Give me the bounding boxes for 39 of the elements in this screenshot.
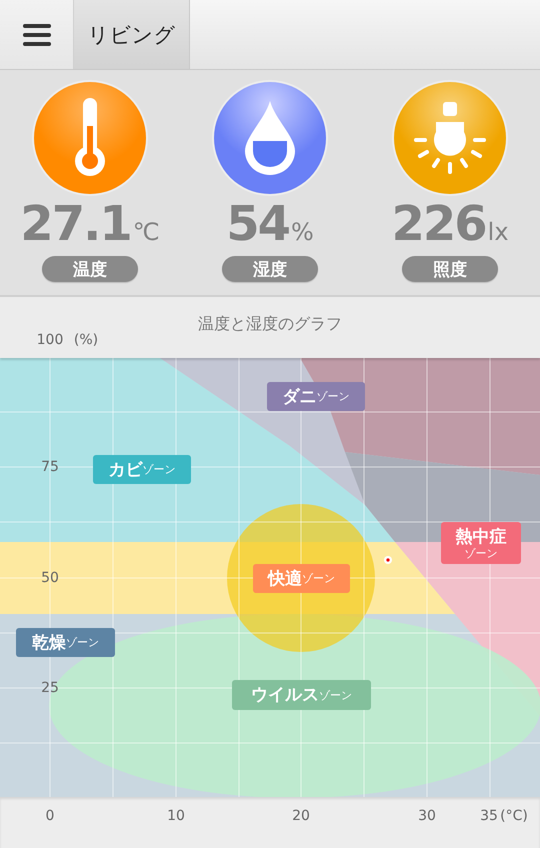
sensor-value: 27.1 [20, 198, 131, 250]
zone-suffix: ゾーン [66, 636, 99, 649]
x-axis-label: 30 [418, 808, 436, 824]
menu-icon [22, 24, 50, 46]
x-axis-label: 35 [480, 808, 498, 824]
x-axis-unit: (°C) [500, 808, 528, 824]
sensor-unit: % [290, 218, 314, 246]
y-axis-label: 25 [41, 680, 59, 696]
y-axis-label: 75 [41, 459, 59, 475]
zone-name: カビ [108, 460, 142, 480]
zone-name: 快適 [268, 568, 302, 588]
sensor-unit: lx [488, 218, 509, 246]
light-bulb-icon [412, 100, 488, 176]
sensor-unit: ℃ [132, 218, 160, 246]
sensor-value: 226 [391, 198, 486, 250]
y-axis-unit: (%) [74, 332, 98, 348]
zone-suffix: ゾーン [142, 463, 176, 476]
sensor-label: 温度 [42, 256, 138, 282]
zone-suffix: ゾーン [464, 546, 498, 560]
water-drop-icon [245, 101, 295, 175]
x-axis-label: 10 [167, 808, 185, 824]
x-axis-label: 20 [292, 808, 310, 824]
room-tab[interactable]: リビング [74, 0, 190, 69]
current-reading-marker [384, 556, 392, 564]
zone-suffix: ゾーン [319, 688, 352, 702]
y-axis-label: 50 [41, 570, 59, 586]
zone-suffix: ゾーン [316, 390, 350, 403]
sensor-label: 照度 [402, 256, 498, 282]
zone-name: ダニ [282, 386, 316, 406]
zone-suffix: ゾーン [302, 572, 335, 585]
sensor-value: 54 [226, 198, 289, 250]
zone-name: 熱中症 [456, 526, 506, 546]
zone-name: 乾燥 [32, 632, 66, 652]
chart-title: 温度と湿度のグラフ [198, 314, 342, 334]
sensor-label: 湿度 [222, 256, 318, 282]
y-axis-label: 100 [36, 332, 64, 348]
zone-name: ウイルス [251, 685, 319, 705]
x-axis-label: 0 [46, 808, 54, 824]
menu-button[interactable] [0, 0, 74, 69]
